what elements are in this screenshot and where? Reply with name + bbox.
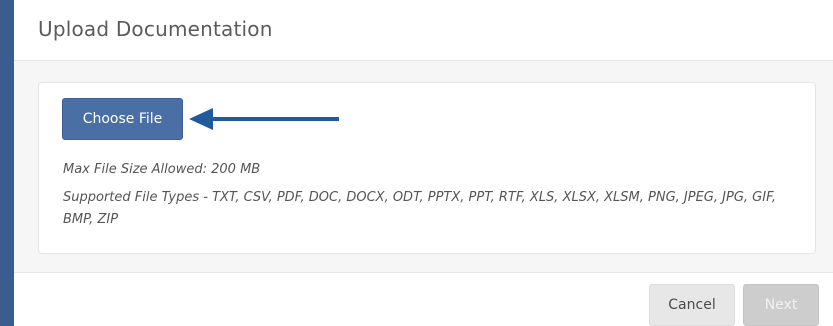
upload-card: Choose File Max File Size Allowed: 200 M… [38,82,816,254]
next-button[interactable]: Next [743,284,819,326]
arrow-left-icon [189,107,339,135]
supported-file-types-text: Supported File Types - TXT, CSV, PDF, DO… [63,190,777,227]
max-file-size-text: Max File Size Allowed: 200 MB [63,162,261,177]
choose-file-button[interactable]: Choose File [62,98,183,140]
cancel-button[interactable]: Cancel [649,284,735,326]
dialog-header: Upload Documentation [14,0,833,61]
dialog-title: Upload Documentation [38,17,273,41]
dialog-body: Choose File Max File Size Allowed: 200 M… [14,61,833,272]
upload-dialog: Upload Documentation Choose File Max Fil… [14,0,833,326]
dialog-footer: Cancel Next [14,272,833,326]
